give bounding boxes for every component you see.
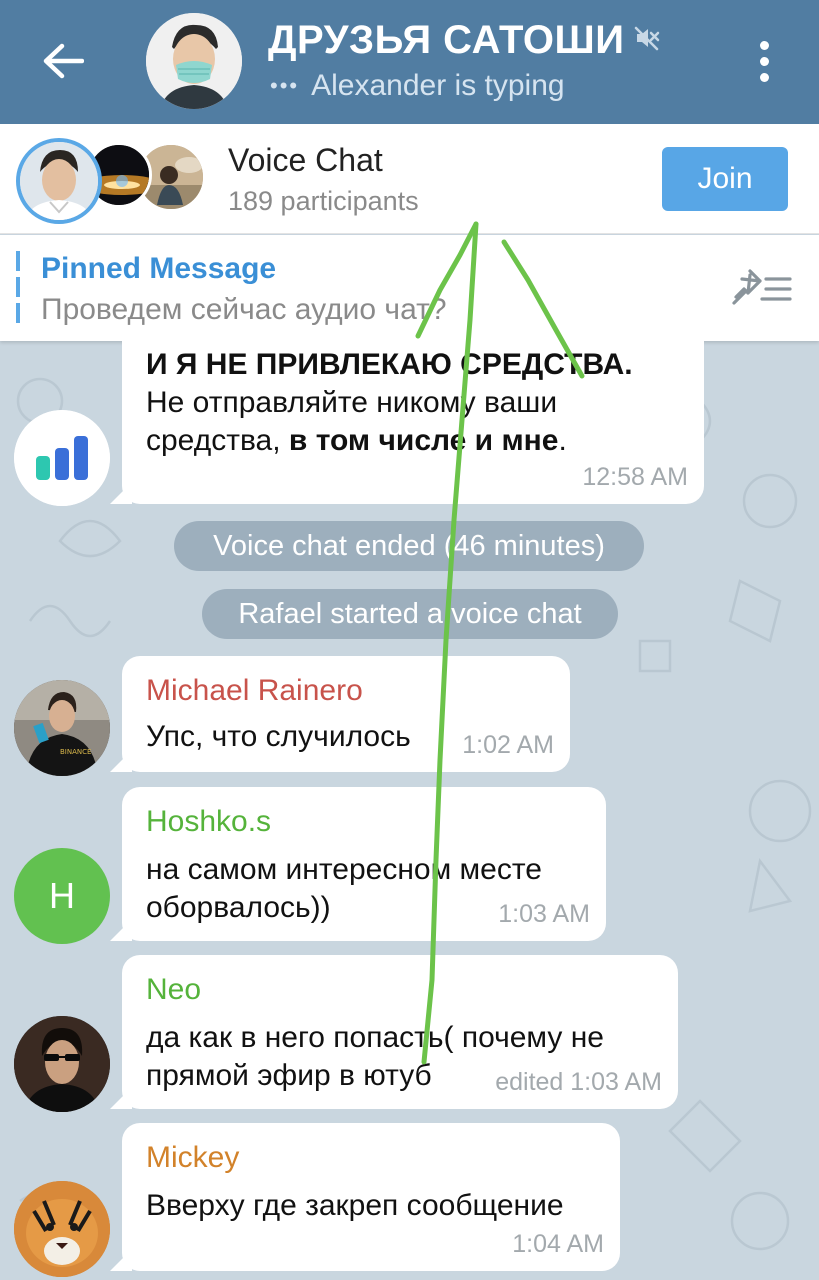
user-avatar[interactable]: BINANCE bbox=[14, 680, 110, 776]
group-avatar[interactable] bbox=[146, 13, 242, 109]
sender-name[interactable]: Michael Rainero bbox=[146, 674, 363, 708]
typing-text: Alexander is typing bbox=[311, 69, 565, 102]
sender-name[interactable]: Mickey bbox=[146, 1141, 239, 1175]
bot-avatar[interactable] bbox=[14, 410, 110, 506]
svg-text:BINANCE: BINANCE bbox=[60, 748, 91, 756]
message-bubble[interactable]: Mickey Вверху где закреп сообщение 1:04 … bbox=[122, 1123, 620, 1271]
typing-status: ••• Alexander is typing bbox=[270, 66, 565, 106]
voice-chat-title: Voice Chat bbox=[228, 142, 383, 178]
pinned-list-icon[interactable] bbox=[728, 265, 794, 311]
user-avatar[interactable] bbox=[14, 1016, 110, 1112]
speaker-avatar bbox=[16, 138, 102, 224]
muted-speaker-icon bbox=[634, 25, 660, 56]
message-list[interactable]: И Я НЕ ПРИВЛЕКАЮ СРЕДСТВА. Не отправляйт… bbox=[0, 341, 819, 1280]
message-line: оборвалось)) bbox=[146, 891, 331, 924]
message-bold-text: в том числе и мне bbox=[288, 424, 559, 457]
pinned-text: Проведем сейчас аудио чат? bbox=[41, 293, 447, 326]
join-voice-chat-button[interactable]: Join bbox=[662, 147, 788, 211]
typing-dots-icon: ••• bbox=[270, 73, 300, 98]
voice-chat-bar[interactable]: Voice Chat 189 participants Join bbox=[0, 124, 819, 234]
pinned-indicator bbox=[16, 251, 20, 325]
message-text: Вверху где закреп сообщение bbox=[146, 1189, 564, 1222]
service-message: Rafael started a voice chat bbox=[202, 589, 618, 639]
message-bubble[interactable]: Hoshko.s на самом интересном месте оборв… bbox=[122, 787, 606, 941]
user-avatar[interactable] bbox=[14, 1181, 110, 1277]
message-time: 1:03 AM bbox=[498, 900, 590, 928]
pinned-title: Pinned Message bbox=[41, 252, 277, 285]
back-arrow-icon[interactable] bbox=[38, 38, 88, 84]
message-text: Упс, что случилось bbox=[146, 720, 411, 753]
pinned-message-bar[interactable]: Pinned Message Проведем сейчас аудио чат… bbox=[0, 235, 819, 341]
message-time: 1:04 AM bbox=[512, 1230, 604, 1258]
message-bubble[interactable]: Neo да как в него попасть( почему не пря… bbox=[122, 955, 678, 1109]
message-bubble[interactable]: И Я НЕ ПРИВЛЕКАЮ СРЕДСТВА. Не отправляйт… bbox=[122, 341, 704, 504]
message-line: прямой эфир в ютуб bbox=[146, 1059, 432, 1092]
message-line: да как в него попасть( почему не bbox=[146, 1021, 604, 1054]
message-time: edited 1:03 AM bbox=[495, 1068, 662, 1096]
more-options-icon[interactable] bbox=[746, 34, 782, 88]
group-title: ДРУЗЬЯ САТОШИ bbox=[268, 17, 625, 62]
sender-name[interactable]: Neo bbox=[146, 973, 201, 1007]
message-line: средства, в том числе и мне. bbox=[146, 422, 567, 460]
message-time: 1:02 AM bbox=[462, 731, 554, 759]
message-time: 12:58 AM bbox=[582, 463, 688, 491]
participants-count: 189 participants bbox=[228, 186, 419, 216]
message-line: Не отправляйте никому ваши bbox=[146, 386, 558, 419]
message-bubble[interactable]: Michael Rainero Упс, что случилось 1:02 … bbox=[122, 656, 570, 772]
message-text: средства, bbox=[146, 424, 289, 457]
message-line: на самом интересном месте bbox=[146, 853, 542, 886]
avatar-letter: H bbox=[49, 875, 75, 916]
sender-name[interactable]: Hoshko.s bbox=[146, 805, 271, 839]
group-title-row[interactable]: ДРУЗЬЯ САТОШИ bbox=[268, 16, 660, 64]
message-text: . bbox=[558, 424, 567, 457]
service-message: Voice chat ended (46 minutes) bbox=[174, 521, 644, 571]
chat-header: ДРУЗЬЯ САТОШИ ••• Alexander is typing bbox=[0, 0, 819, 124]
message-line: И Я НЕ ПРИВЛЕКАЮ СРЕДСТВА. bbox=[146, 348, 633, 381]
user-avatar[interactable]: H bbox=[14, 848, 110, 944]
